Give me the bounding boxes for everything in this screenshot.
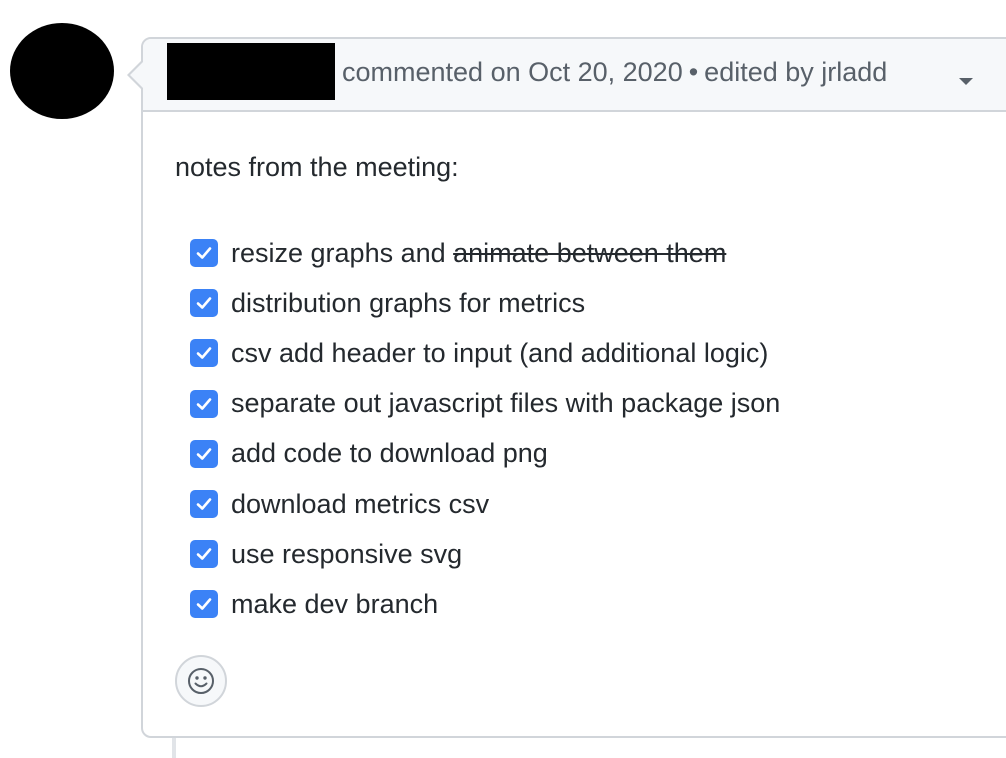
smiley-icon [188,668,214,694]
task-label: make dev branch [231,588,439,619]
task-list-item: download metrics csv [190,479,780,529]
task-label: separate out javascript files with packa… [231,388,781,419]
avatar[interactable] [10,23,114,119]
task-checkbox[interactable] [190,289,218,318]
edited-by-link[interactable]: edited by jrladd [704,57,887,87]
author-name-redacted[interactable] [167,43,335,100]
timeline-line [172,736,176,758]
issue-comment-view: commented on Oct 20, 2020 • edited by jrla… [0,0,1006,758]
check-icon [196,598,212,611]
check-icon [196,498,212,510]
task-list-item: distribution graphs for metrics [190,278,780,328]
check-icon [196,347,212,360]
check-icon [196,247,212,259]
task-label-struck: animate between them [453,237,727,268]
task-list-item: separate out javascript files with packa… [190,379,780,429]
task-checkbox[interactable] [190,439,218,468]
comment-meta: commented on Oct 20, 2020 • edited by jrla… [342,57,887,88]
check-icon [196,297,212,310]
task-label: resize graphs and animate between them [231,237,727,268]
check-icon [196,548,212,561]
task-label: download metrics csv [231,488,490,519]
comment-intro: notes from the meeting: [175,152,459,182]
task-label: use responsive svg [231,538,463,569]
task-checkbox[interactable] [190,339,218,368]
add-reaction-button[interactable] [175,655,227,707]
task-checkbox[interactable] [190,490,218,519]
check-icon [196,397,212,410]
task-list-item: resize graphs and animate between them [190,228,780,278]
task-label: add code to download png [231,438,548,469]
chevron-down-icon[interactable] [959,78,973,85]
task-label: distribution graphs for metrics [231,287,586,318]
comment-timestamp[interactable]: commented on Oct 20, 2020 [342,57,683,87]
comment-header: commented on Oct 20, 2020 • edited by jrla… [143,39,1006,112]
task-checkbox[interactable] [190,540,218,569]
task-list-item: use responsive svg [190,529,780,579]
comment-body: notes from the meeting: resize graphs an… [175,149,995,619]
task-list-item: csv add header to input (and additional … [190,328,780,378]
comment-pointer-fill [130,61,144,89]
task-label: csv add header to input (and additional … [231,337,769,368]
task-list: resize graphs and animate between them d… [190,228,780,630]
task-list-item: make dev branch [190,579,780,629]
comment-box: commented on Oct 20, 2020 • edited by jrla… [141,37,1006,738]
task-checkbox[interactable] [190,590,218,619]
task-list-item: add code to download png [190,429,780,479]
task-checkbox[interactable] [190,389,218,418]
meta-separator: • [688,57,699,87]
check-icon [196,448,212,460]
task-checkbox[interactable] [190,239,218,268]
